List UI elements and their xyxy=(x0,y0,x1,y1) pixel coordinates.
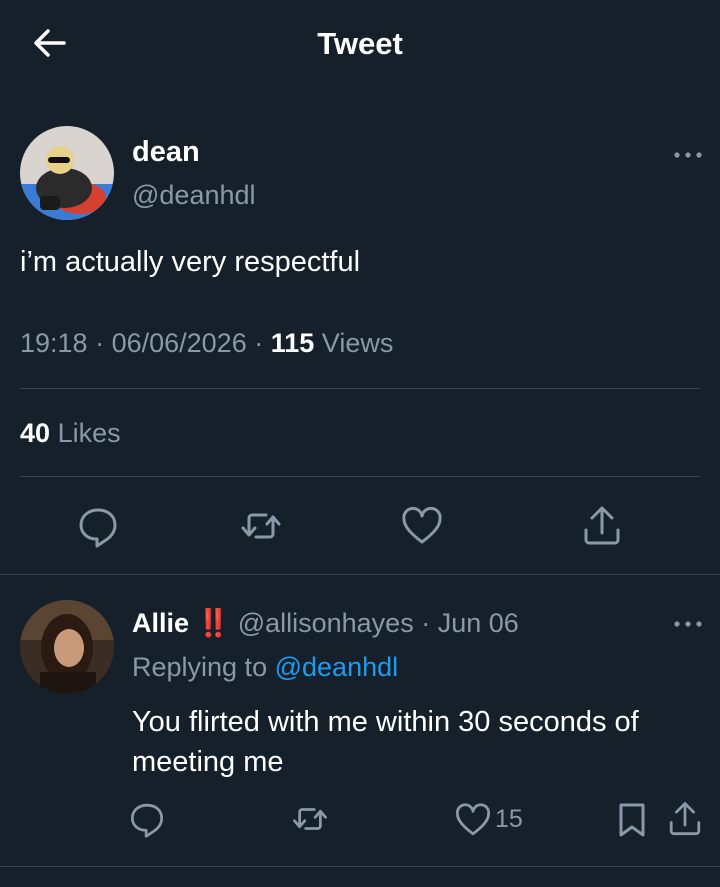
likes-label: Likes xyxy=(57,418,121,448)
reply-header: Allie ‼️ @allisonhayes · Jun 06 xyxy=(132,608,519,638)
replying-to-mention[interactable]: @deanhdl xyxy=(275,652,399,682)
double-exclamation-icon: ‼️ xyxy=(196,608,231,638)
likes-stat[interactable]: 40 Likes xyxy=(20,418,121,449)
views-count: 115 xyxy=(270,328,315,358)
divider xyxy=(20,476,700,477)
tweet-time[interactable]: 19:18 xyxy=(20,328,88,358)
like-icon xyxy=(402,506,442,544)
tweet-date[interactable]: 06/06/2026 xyxy=(112,328,247,358)
reply-retweet-button[interactable] xyxy=(291,800,329,838)
share-icon xyxy=(669,802,701,836)
reply-text: You flirted with me within 30 seconds of… xyxy=(132,706,639,778)
more-options-button[interactable] xyxy=(670,145,706,165)
page-title: Tweet xyxy=(317,26,403,61)
bookmark-button[interactable] xyxy=(614,801,650,839)
reply-more-options-button[interactable] xyxy=(670,614,706,634)
like-icon xyxy=(456,803,490,836)
divider xyxy=(0,866,720,867)
retweet-icon xyxy=(241,513,281,539)
reply-button[interactable] xyxy=(76,504,120,548)
more-icon xyxy=(674,152,702,158)
retweet-icon xyxy=(293,808,327,830)
divider xyxy=(0,574,720,575)
reply-reply-button[interactable] xyxy=(128,800,166,838)
reply-avatar[interactable] xyxy=(20,600,114,694)
replying-prefix: Replying to xyxy=(132,652,268,682)
views-label: Views xyxy=(321,328,394,358)
tweet-text: i’m actually very respectful xyxy=(20,246,361,278)
reply-like-count: 15 xyxy=(495,805,523,833)
retweet-button[interactable] xyxy=(239,504,283,548)
replying-to: Replying to @deanhdl xyxy=(132,652,398,683)
share-icon xyxy=(584,506,620,545)
divider xyxy=(20,388,700,389)
reply-icon xyxy=(79,508,117,548)
like-button[interactable] xyxy=(400,504,444,548)
reply-icon xyxy=(130,803,164,838)
author-name[interactable]: dean xyxy=(132,136,200,169)
reply-share-button[interactable] xyxy=(666,800,704,838)
author-handle[interactable]: @deanhdl xyxy=(132,180,256,211)
share-button[interactable] xyxy=(580,504,624,548)
bookmark-icon xyxy=(619,803,645,837)
reply-like-button[interactable] xyxy=(454,801,492,839)
more-icon xyxy=(674,621,702,627)
reply-author-handle[interactable]: @allisonhayes xyxy=(238,608,414,638)
avatar[interactable] xyxy=(20,126,114,220)
reply-author-name[interactable]: Allie xyxy=(132,608,189,638)
reply-date[interactable]: Jun 06 xyxy=(438,608,519,638)
tweet-meta: 19:18 · 06/06/2026 · 115 Views xyxy=(20,328,394,358)
likes-count: 40 xyxy=(20,418,51,448)
